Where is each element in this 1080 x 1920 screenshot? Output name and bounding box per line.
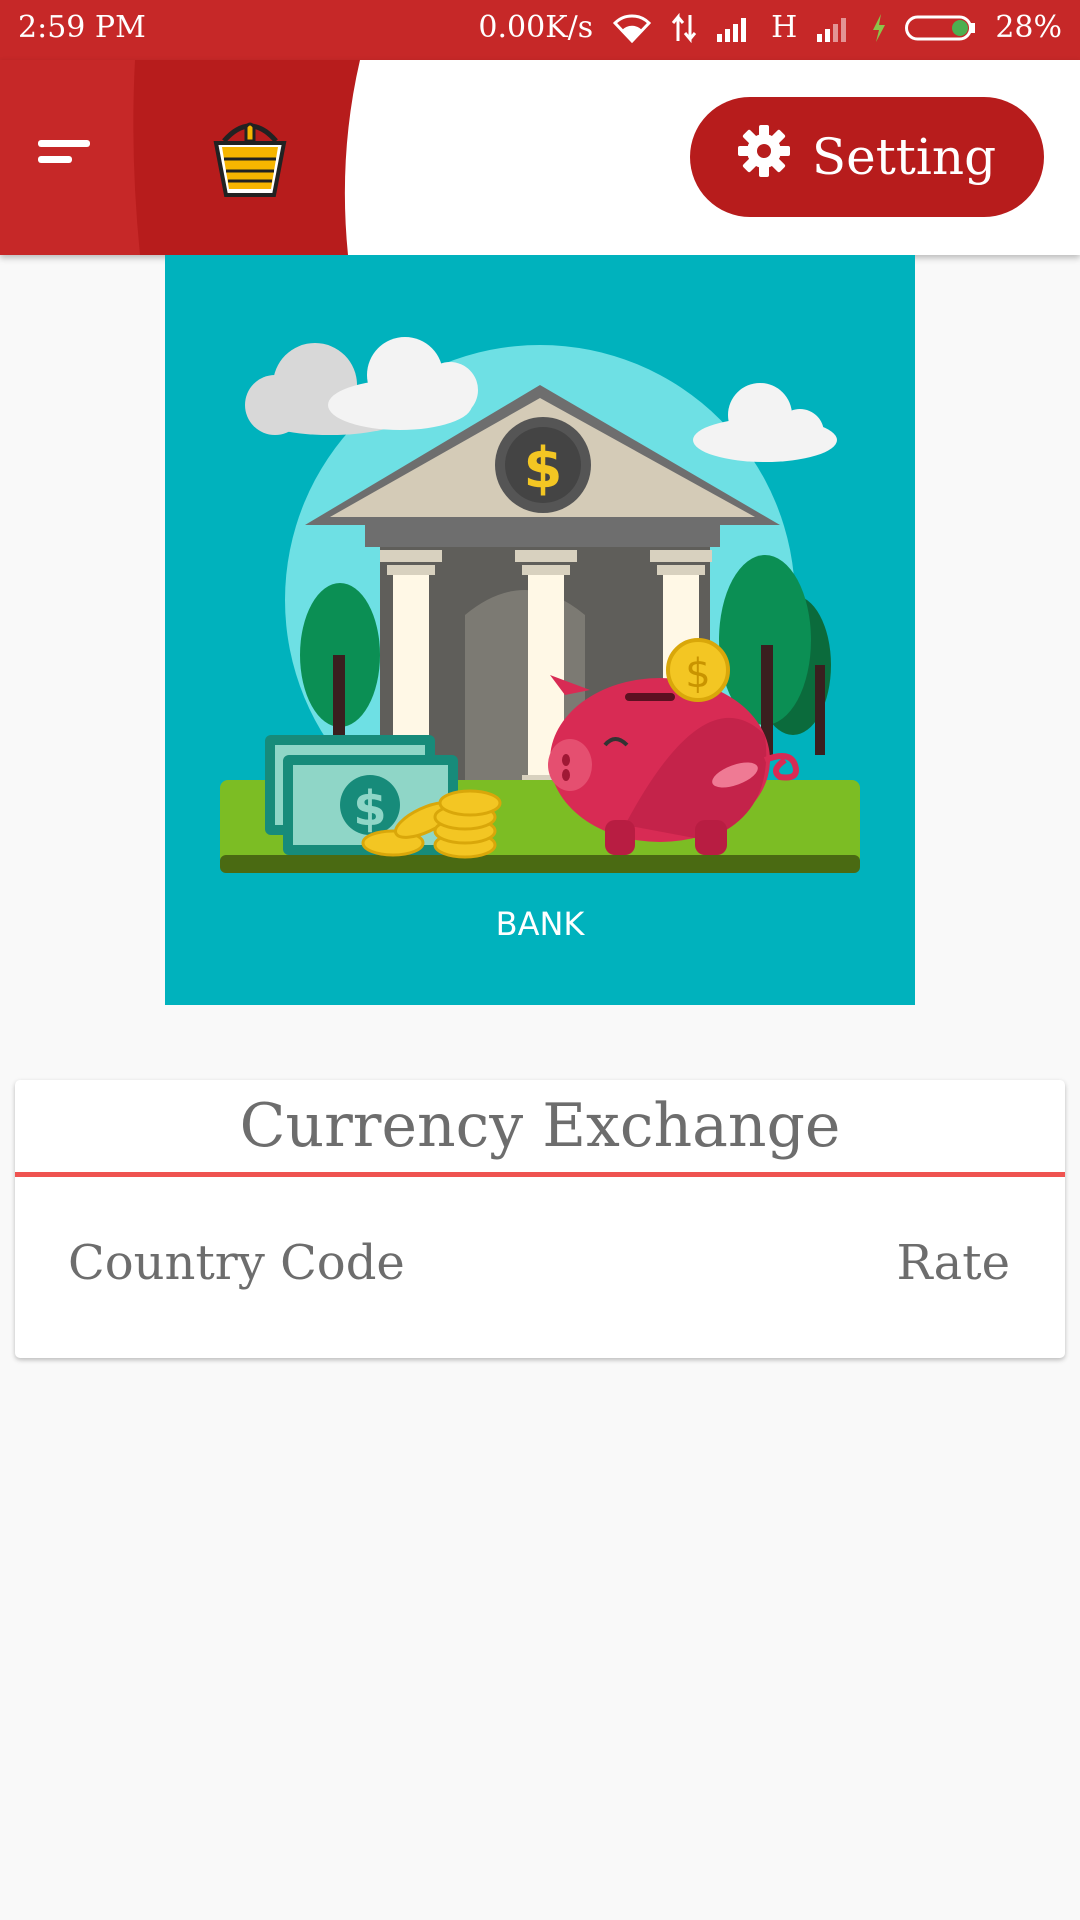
setting-label: Setting: [811, 128, 997, 186]
column-header-country-code: Country Code: [68, 1235, 405, 1291]
bank-illustration: $ $ $ BANK: [165, 255, 915, 1005]
signal-icon: [715, 14, 753, 42]
net-speed: 0.00K/s: [478, 10, 594, 45]
app-logo-icon: [210, 115, 290, 200]
menu-icon: [38, 140, 90, 147]
svg-text:$: $: [524, 436, 563, 501]
data-transfer-icon: [671, 12, 697, 43]
wifi-icon: [611, 13, 653, 43]
card-title: Currency Exchange: [239, 1091, 841, 1161]
svg-text:$: $: [353, 781, 386, 837]
status-bar: 2:59 PM 0.00K/s H 28%: [0, 0, 1080, 60]
menu-button[interactable]: [38, 140, 92, 174]
menu-icon-line: [38, 156, 72, 163]
bank-caption: BANK: [495, 905, 585, 943]
column-header-rate: Rate: [896, 1235, 1010, 1291]
charging-icon: [871, 13, 887, 42]
card-divider: [15, 1172, 1065, 1177]
battery-icon: [905, 14, 977, 42]
signal-icon-2: [815, 14, 853, 42]
network-type: H: [771, 10, 798, 45]
status-icons: 0.00K/s H 28%: [478, 10, 1062, 45]
battery-percent: 28%: [995, 10, 1062, 45]
setting-button[interactable]: Setting: [690, 97, 1044, 217]
status-time: 2:59 PM: [18, 10, 146, 45]
app-bar: Setting: [0, 60, 1080, 255]
currency-exchange-card: Currency Exchange Country Code Rate: [15, 1080, 1065, 1358]
svg-text:$: $: [685, 651, 710, 697]
gear-icon: [737, 125, 790, 189]
